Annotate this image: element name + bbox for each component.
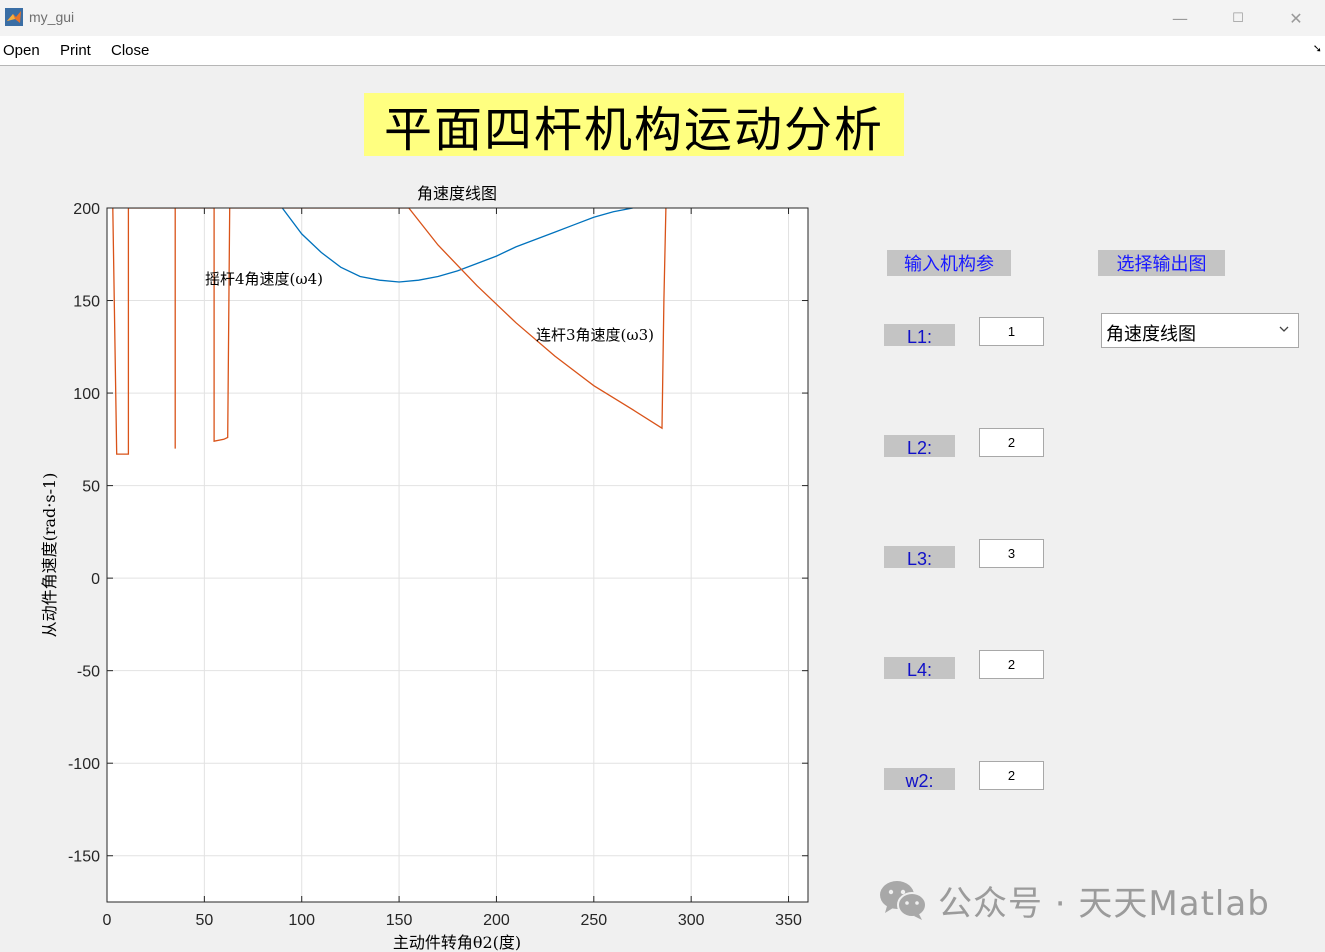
y-tick-label: -100 bbox=[68, 756, 100, 773]
x-tick-label: 150 bbox=[386, 912, 413, 929]
output-plot-select[interactable]: 角速度线图 bbox=[1101, 313, 1299, 348]
angular-velocity-plot: 0 50 100 150 200 250 300 350 -150 -100 -50 0 50 100 15… bbox=[40, 184, 809, 952]
x-tick-label: 250 bbox=[580, 912, 607, 929]
y-tick-label: 150 bbox=[73, 294, 100, 311]
x-tick-label: 0 bbox=[103, 912, 112, 929]
menu-bar: Open Print Close ➘ bbox=[0, 36, 1325, 66]
l2-label: L2: bbox=[884, 435, 955, 457]
y-tick-label: -50 bbox=[77, 664, 100, 681]
window-title: my_gui bbox=[29, 9, 75, 25]
maximize-button[interactable]: ☐ bbox=[1208, 0, 1268, 36]
dock-arrow-icon[interactable]: ➘ bbox=[1313, 42, 1322, 55]
selected-plot-value: 角速度线图 bbox=[1106, 324, 1196, 345]
y-tick-label: -150 bbox=[68, 849, 100, 866]
minimize-button[interactable]: — bbox=[1150, 0, 1210, 36]
x-tick-label: 350 bbox=[775, 912, 802, 929]
w2-input[interactable] bbox=[979, 761, 1044, 790]
l1-input[interactable] bbox=[979, 317, 1044, 346]
y-tick-label: 50 bbox=[82, 479, 100, 496]
l4-input[interactable] bbox=[979, 650, 1044, 679]
l1-label: L1: bbox=[884, 324, 955, 346]
plot-area bbox=[107, 208, 808, 902]
w2-label: w2: bbox=[884, 768, 955, 790]
y-axis-label: 从动件角速度(rad·s-1) bbox=[40, 473, 59, 638]
l3-input[interactable] bbox=[979, 539, 1044, 568]
l3-label: L3: bbox=[884, 546, 955, 568]
annotation-w3: 连杆3角速度(ω3) bbox=[536, 326, 654, 344]
l4-label: L4: bbox=[884, 657, 955, 679]
input-params-label: 输入机构参 bbox=[887, 250, 1011, 276]
watermark: 公众号 · 天天Matlab bbox=[878, 876, 1270, 924]
title-bar: my_gui — ☐ ✕ bbox=[0, 0, 1325, 36]
y-tick-label: 100 bbox=[73, 386, 100, 403]
l2-input[interactable] bbox=[979, 428, 1044, 457]
x-tick-label: 200 bbox=[483, 912, 510, 929]
main-title: 平面四杆机构运动分析 bbox=[364, 93, 904, 158]
annotation-w4: 摇杆4角速度(ω4) bbox=[205, 270, 323, 288]
select-output-label: 选择输出图 bbox=[1098, 250, 1225, 276]
wechat-icon bbox=[880, 881, 927, 920]
y-tick-label: 200 bbox=[73, 201, 100, 218]
menu-open[interactable]: Open bbox=[3, 42, 40, 59]
menu-print[interactable]: Print bbox=[60, 42, 91, 59]
watermark-text: 公众号 · 天天Matlab bbox=[938, 883, 1270, 924]
x-tick-label: 50 bbox=[195, 912, 213, 929]
chevron-down-icon bbox=[1279, 326, 1289, 332]
x-axis-label: 主动件转角θ2(度) bbox=[393, 933, 521, 952]
matlab-logo-icon bbox=[5, 8, 23, 26]
chart-title: 角速度线图 bbox=[417, 184, 497, 203]
close-window-button[interactable]: ✕ bbox=[1266, 0, 1325, 36]
x-tick-label: 100 bbox=[288, 912, 315, 929]
x-tick-label: 300 bbox=[678, 912, 705, 929]
menu-close[interactable]: Close bbox=[111, 42, 149, 59]
y-tick-label: 0 bbox=[91, 571, 100, 588]
